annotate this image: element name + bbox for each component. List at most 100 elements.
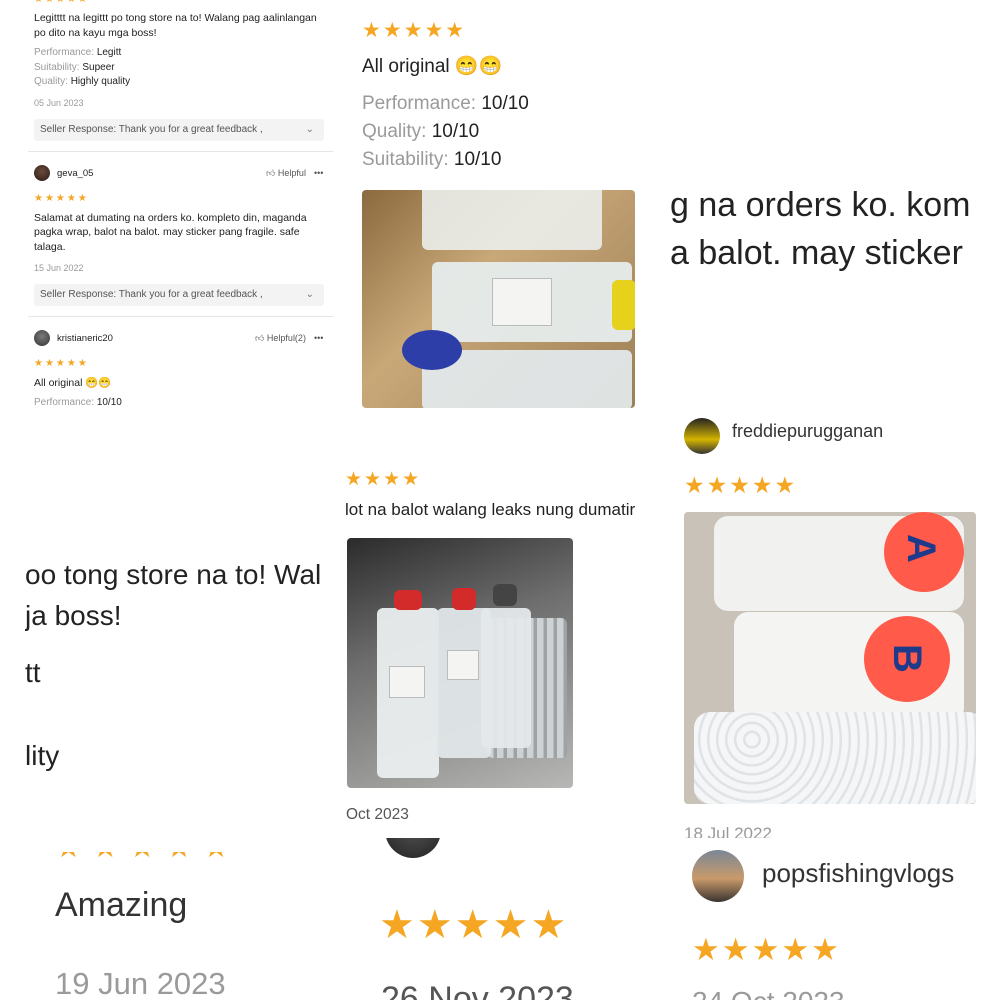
performance-row: Performance: 10/10: [34, 397, 122, 408]
zoom-text: tt: [25, 657, 41, 688]
quality-value: Highly quality: [70, 76, 131, 87]
star-rating: ★★★★★: [34, 358, 89, 369]
helpful-label: Helpful(2): [266, 333, 306, 343]
star-rating: ★★★★★: [684, 472, 798, 498]
review-photo-panel: freddiepurugganan ★★★★★ A B 18 Jul 2022: [680, 410, 980, 850]
zoom-text: lity: [25, 740, 60, 771]
zoom-text: g na orders ko. kom: [670, 186, 971, 224]
review-text: Salamat at dumating na orders ko. komple…: [34, 212, 307, 224]
review-zoom-panel: ★★★★★ Amazing 19 Jun 2023: [25, 852, 335, 1000]
thumbs-up-icon: 👍︎: [266, 168, 276, 178]
suitability-value: 10/10: [453, 149, 502, 170]
review-zoom-panel: popsfishingvlogs ★★★★★ 24 Oct 2023: [680, 840, 980, 1000]
helpful-button[interactable]: 👍︎ Helpful: [266, 168, 306, 179]
bottle-image: [422, 190, 602, 250]
performance-label: Performance:: [362, 93, 477, 114]
bubble-wrap-image: [694, 712, 976, 804]
performance-label: Performance:: [34, 397, 95, 408]
avatar: [385, 838, 441, 858]
thumbs-up-icon: 👍︎: [255, 333, 265, 343]
username: popsfishingvlogs: [762, 858, 955, 888]
zoom-text: oo tong store na to! Wal: [25, 559, 322, 590]
review-date: 24 Oct 2023: [692, 986, 845, 1000]
review-photo[interactable]: A B: [684, 512, 976, 804]
bottle-cap: [394, 590, 422, 610]
review-photo[interactable]: [362, 190, 635, 408]
review-zoom-panel: ★★★★★ All original 😁😁 Performance: 10/10…: [340, 0, 670, 420]
review-date: 19 Jun 2023: [55, 966, 226, 1000]
more-icon[interactable]: •••: [314, 333, 323, 343]
username: kristianeric20: [57, 333, 113, 344]
suitability-row: Suitability: 10/10: [362, 149, 501, 171]
suitability-label: Suitability:: [362, 149, 449, 170]
star-rating: ★★★★★: [34, 0, 89, 5]
bottle-label: [447, 650, 479, 680]
suitability-row: Suitability: Supeer: [34, 62, 115, 73]
performance-value: 10/10: [96, 397, 122, 408]
star-rating: ★★★★★: [379, 903, 569, 947]
performance-row: Performance: Legitt: [34, 47, 121, 58]
text-zoom-panel: g na orders ko. kom a balot. may sticker: [668, 180, 978, 280]
username: freddiepurugganan: [732, 421, 884, 441]
star-rating: ★★★★: [345, 469, 422, 490]
review-date: 15 Jun 2022: [34, 263, 84, 273]
quality-row: Quality: Highly quality: [34, 76, 130, 87]
performance-row: Performance: 10/10: [362, 93, 529, 115]
review-text: All original 😁😁: [34, 377, 112, 389]
review-date: Oct 2023: [346, 806, 409, 823]
review-photo-panel: ★★★★ lot na balot walang leaks nung duma…: [345, 462, 655, 832]
review-text: pagka wrap, balot na balot. may sticker …: [34, 226, 300, 238]
seller-response[interactable]: Seller Response: Thank you for a great f…: [34, 119, 324, 141]
star-rating: ★★★★★: [692, 932, 841, 967]
performance-value: Legitt: [96, 47, 122, 58]
review-date: 26 Nov 2023: [381, 980, 574, 1000]
text-zoom-panel: oo tong store na to! Wal ja boss! tt lit…: [25, 545, 333, 785]
bottle-cap: [452, 588, 476, 610]
review-text: Amazing: [55, 886, 188, 924]
username: geva_05: [57, 168, 94, 179]
more-icon[interactable]: •••: [314, 168, 323, 178]
chevron-down-icon[interactable]: ⌄: [306, 119, 314, 141]
zoom-text: ja boss!: [25, 600, 122, 631]
cap-letter: A: [898, 534, 943, 563]
bottle-label: [492, 278, 552, 326]
divider: [28, 151, 333, 152]
seller-response[interactable]: Seller Response: Thank you for a great f…: [34, 284, 324, 306]
quality-value: 10/10: [431, 121, 480, 142]
chevron-down-icon[interactable]: ⌄: [306, 284, 314, 306]
review-zoom-panel: ★★★★★ 26 Nov 2023: [355, 838, 655, 1000]
performance-label: Performance:: [34, 47, 95, 58]
quality-label: Quality:: [362, 121, 427, 142]
star-rating: ★★★★★: [55, 852, 239, 865]
performance-value: 10/10: [481, 93, 529, 114]
bottle-cap: [402, 330, 462, 370]
star-rating: ★★★★★: [34, 193, 89, 204]
helpful-button[interactable]: 👍︎ Helpful(2): [255, 333, 306, 344]
seller-response-text: Seller Response: Thank you for a great f…: [40, 124, 263, 135]
review-text: talaga.: [34, 241, 66, 253]
review-text: po dito na kayu mga boss!: [34, 27, 157, 39]
suitability-value: Supeer: [82, 62, 115, 73]
review-text: lot na balot walang leaks nung dumatir: [345, 500, 636, 519]
review-date: 05 Jun 2023: [34, 98, 84, 108]
review-photo[interactable]: [347, 538, 573, 788]
zoom-text: a balot. may sticker: [670, 234, 963, 272]
review-text: Legitttt na legittt po tong store na to!…: [34, 12, 317, 24]
review-date: 18 Jul 2022: [684, 824, 772, 838]
seller-response-text: Seller Response: Thank you for a great f…: [40, 289, 263, 300]
bottle-label: [389, 666, 425, 698]
quality-label: Quality:: [34, 76, 68, 87]
avatar: [34, 330, 50, 346]
quality-row: Quality: 10/10: [362, 121, 479, 143]
bottle-image: [481, 608, 531, 748]
cap-letter: B: [884, 644, 929, 673]
helpful-label: Helpful: [277, 168, 306, 178]
bottle-cap: [493, 584, 517, 606]
avatar: [34, 165, 50, 181]
star-rating: ★★★★★: [362, 19, 467, 42]
suitability-label: Suitability:: [34, 62, 80, 73]
divider: [28, 316, 333, 317]
review-text: All original 😁😁: [362, 56, 503, 77]
avatar: [692, 850, 744, 902]
bottle-cap: [612, 280, 635, 330]
